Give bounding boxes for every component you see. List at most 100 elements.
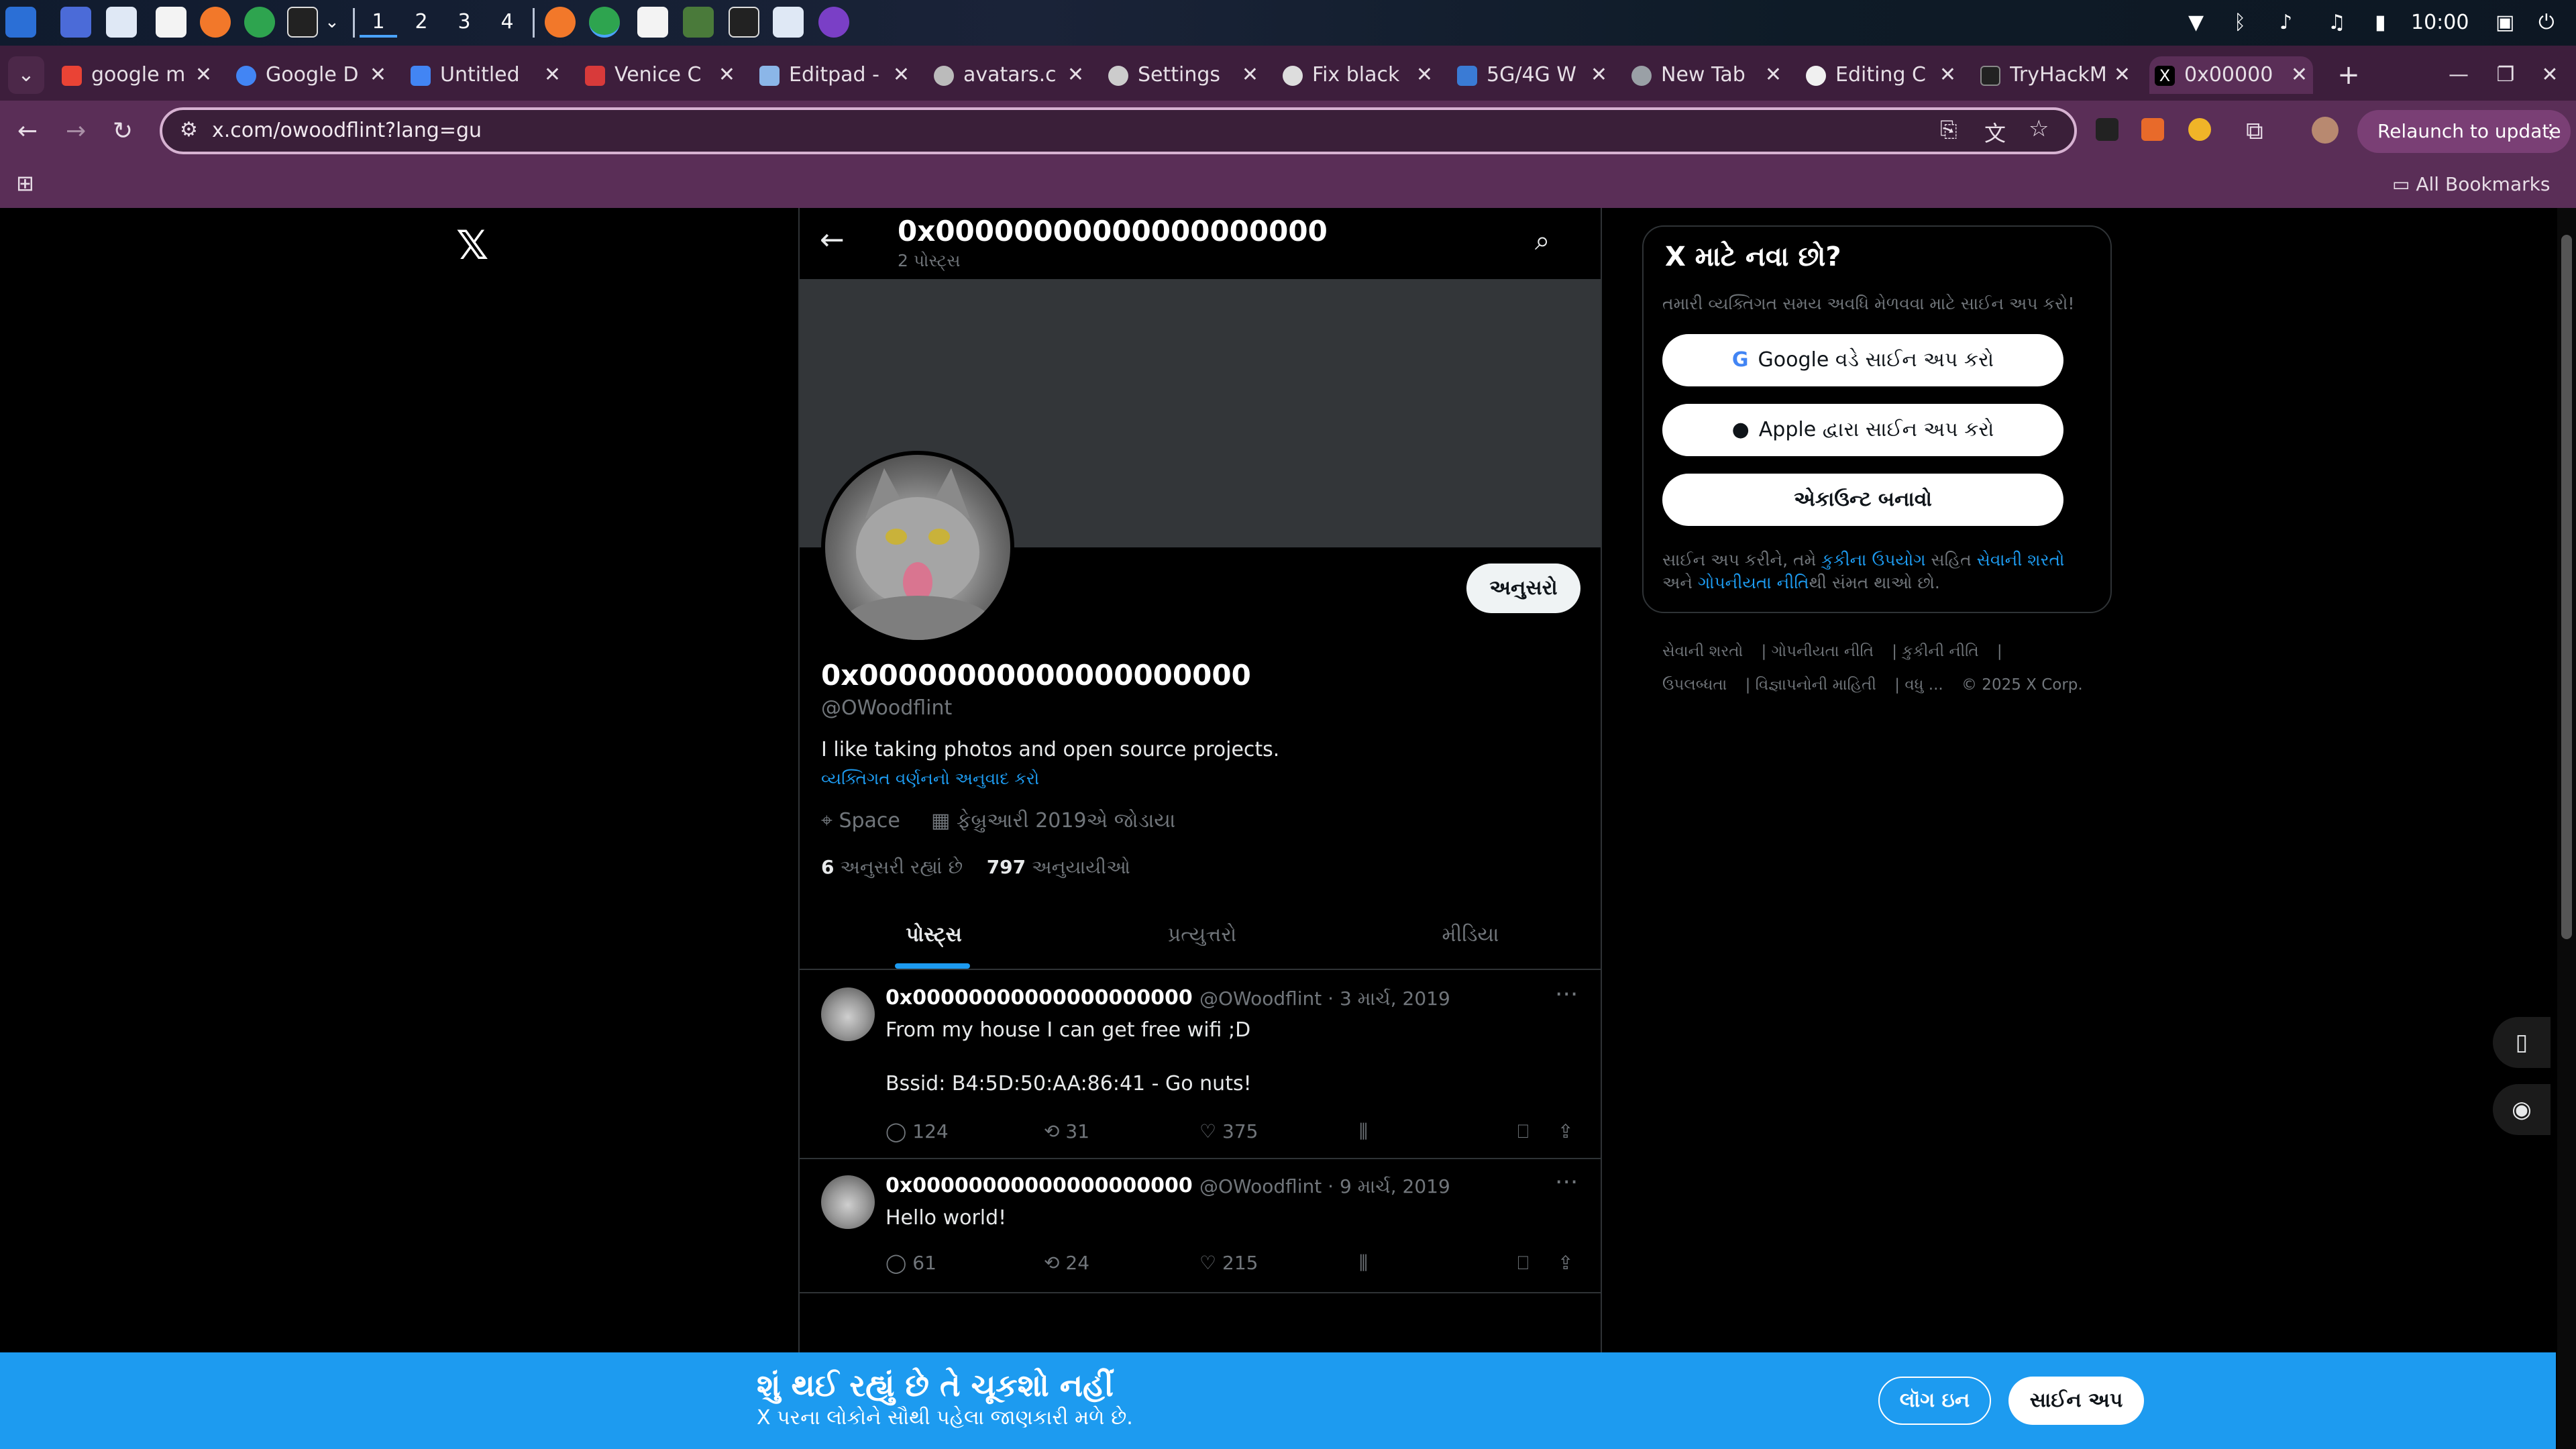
firefox-window-icon[interactable] <box>545 7 576 38</box>
close-icon[interactable]: ✕ <box>370 56 386 94</box>
post-handle[interactable]: @OWoodflint <box>1199 1175 1322 1197</box>
close-icon[interactable]: ✕ <box>1591 56 1607 94</box>
forward-icon[interactable]: → <box>66 117 86 146</box>
terminal-icon[interactable] <box>287 7 318 38</box>
close-icon[interactable]: ✕ <box>1067 56 1084 94</box>
close-icon[interactable]: ✕ <box>1765 56 1782 94</box>
address-bar-url[interactable]: x.com/owoodflint?lang=gu <box>212 110 482 152</box>
x-logo[interactable]: 𝕏 <box>456 225 494 266</box>
post-date[interactable]: 9 માર્ચ, 2019 <box>1340 1175 1450 1197</box>
firefox-icon[interactable] <box>200 7 231 38</box>
views-icon[interactable]: ⫼ <box>1359 1252 1368 1275</box>
site-info-icon[interactable]: ⚙ <box>180 118 198 142</box>
profile-avatar[interactable] <box>2312 117 2339 144</box>
file-manager-icon[interactable] <box>106 7 137 38</box>
window-close-icon[interactable]: ✕ <box>2533 56 2567 94</box>
workspace-3[interactable]: 3 <box>445 7 483 38</box>
terminal-window-icon[interactable] <box>729 7 759 38</box>
assistant-icon[interactable]: ◉ <box>2493 1084 2551 1135</box>
back-icon[interactable]: ← <box>17 117 38 146</box>
clock[interactable]: 10:00 <box>2411 8 2469 38</box>
google-signup-button[interactable]: G Google વડે સાઈન અપ કરો <box>1662 334 2063 386</box>
signup-button[interactable]: સાઈન અપ <box>2008 1377 2144 1425</box>
profile-avatar[interactable] <box>821 451 1014 644</box>
lock-icon[interactable]: ▣ <box>2496 8 2514 38</box>
all-bookmarks-button[interactable]: ▭ All Bookmarks <box>2392 173 2550 195</box>
followers-link[interactable]: 797 અનુયાયીઓ <box>987 856 1130 878</box>
image-viewer-icon[interactable] <box>683 7 714 38</box>
footer-accessibility-link[interactable]: ઉપલબ્ધતા <box>1662 676 1727 694</box>
browser-tab[interactable]: Venice C ✕ <box>580 56 741 94</box>
document-window-icon[interactable] <box>637 7 668 38</box>
post-author-name[interactable]: 0x00000000000000000000 <box>885 1174 1193 1197</box>
cookie-use-link[interactable]: કુકીના ઉપયોગ <box>1821 550 1925 570</box>
notification-bell-icon[interactable]: ♫ <box>2328 8 2346 38</box>
tab-media[interactable]: મીડિયા <box>1336 900 1605 970</box>
tab-search-button[interactable]: ⌄ <box>8 56 44 94</box>
kebab-menu-icon[interactable]: ⋮ <box>2541 110 2560 153</box>
extensions-puzzle-icon[interactable]: ⧉ <box>2246 117 2263 146</box>
new-tab-button[interactable]: + <box>2332 56 2365 94</box>
document-icon[interactable] <box>156 7 186 38</box>
chrome-window-icon[interactable] <box>589 7 620 38</box>
share-icon[interactable]: ⇪ <box>1558 1252 1573 1274</box>
extension-icon[interactable] <box>2188 118 2211 141</box>
terms-link[interactable]: સેવાની શરતો <box>1977 550 2065 570</box>
privacy-link[interactable]: ગોપનીયતા નીતિ <box>1698 573 1809 592</box>
post-avatar[interactable] <box>821 987 875 1041</box>
reply-button[interactable]: ◯ 124 <box>885 1120 949 1142</box>
close-icon[interactable]: ✕ <box>1416 56 1433 94</box>
scrollbar-thumb[interactable] <box>2561 235 2572 939</box>
back-arrow-icon[interactable]: ← <box>820 223 845 257</box>
apps-grid-icon[interactable]: ⊞ <box>16 170 34 196</box>
search-icon[interactable]: ⌕ <box>1535 225 1550 256</box>
reply-button[interactable]: ◯ 61 <box>885 1252 936 1274</box>
browser-tab[interactable]: Editpad - ✕ <box>754 56 915 94</box>
browser-tab[interactable]: TryHackM ✕ <box>1975 56 2136 94</box>
tab-posts[interactable]: પોસ્ટ્સ <box>800 900 1068 970</box>
browser-tab[interactable]: New Tab ✕ <box>1626 56 1787 94</box>
address-bar[interactable]: ⚙ x.com/owoodflint?lang=gu ⎘ 文 ☆ <box>160 107 2077 154</box>
volume-icon[interactable]: ♪ <box>2279 8 2292 38</box>
follow-button[interactable]: અનુસરો <box>1466 564 1580 613</box>
power-icon[interactable]: ⏻ <box>2538 8 2555 38</box>
more-options-icon[interactable]: ··· <box>1555 981 1578 1008</box>
tor-icon[interactable] <box>818 7 849 38</box>
workspace-4[interactable]: 4 <box>488 7 526 38</box>
extension-icon[interactable] <box>2141 118 2164 141</box>
apple-signup-button[interactable]: ● Apple દ્વારા સાઈન અપ કરો <box>1662 404 2063 456</box>
browser-tab-active[interactable]: X 0x00000 ✕ <box>2149 56 2313 94</box>
browser-tab[interactable]: Google D ✕ <box>231 56 392 94</box>
bookmark-icon[interactable]: ⎕ <box>1517 1252 1529 1275</box>
close-icon[interactable]: ✕ <box>544 56 561 94</box>
repost-button[interactable]: ⟲ 31 <box>1044 1120 1089 1142</box>
close-icon[interactable]: ✕ <box>2114 56 2131 94</box>
footer-more-link[interactable]: વધુ ... <box>1904 676 1943 694</box>
footer-ads-link[interactable]: વિજ્ઞાપનોની માહિતી <box>1756 676 1876 694</box>
extension-icon[interactable] <box>2096 118 2118 141</box>
restore-icon[interactable]: ❐ <box>2489 56 2522 94</box>
translate-bio-link[interactable]: વ્યક્તિગત વર્ણનનો અનુવાદ કરો <box>821 769 1039 789</box>
repost-button[interactable]: ⟲ 24 <box>1044 1252 1089 1274</box>
file-manager-window-icon[interactable] <box>773 7 804 38</box>
create-account-button[interactable]: એકાઉન્ટ બનાવો <box>1662 474 2063 526</box>
bluetooth-icon[interactable]: ᛒ <box>2234 8 2246 38</box>
footer-cookie-link[interactable]: કુકીની નીતિ <box>1902 643 1978 660</box>
minimize-icon[interactable]: — <box>2442 56 2475 94</box>
close-icon[interactable]: ✕ <box>1242 56 1258 94</box>
chrome-icon[interactable] <box>244 7 275 38</box>
post-date[interactable]: 3 માર્ચ, 2019 <box>1340 987 1450 1010</box>
app-launcher-icon[interactable] <box>5 7 36 38</box>
bookmark-star-icon[interactable]: ☆ <box>2029 115 2049 142</box>
post[interactable]: 0x00000000000000000000 @OWoodflint · 3 મ… <box>800 971 1601 1159</box>
battery-icon[interactable]: ▮ <box>2375 8 2386 38</box>
desktop-icon[interactable] <box>60 7 91 38</box>
reload-icon[interactable]: ↻ <box>113 117 133 146</box>
browser-tab[interactable]: Fix black ✕ <box>1277 56 1438 94</box>
tab-replies[interactable]: પ્રત્યુત્તરો <box>1068 900 1336 970</box>
footer-terms-link[interactable]: સેવાની શરતો <box>1662 643 1743 660</box>
browser-tab[interactable]: Untitled ✕ <box>405 56 566 94</box>
chevron-down-icon[interactable]: ⌄ <box>325 7 341 38</box>
close-icon[interactable]: ✕ <box>2291 56 2308 94</box>
post-handle[interactable]: @OWoodflint <box>1199 987 1322 1010</box>
